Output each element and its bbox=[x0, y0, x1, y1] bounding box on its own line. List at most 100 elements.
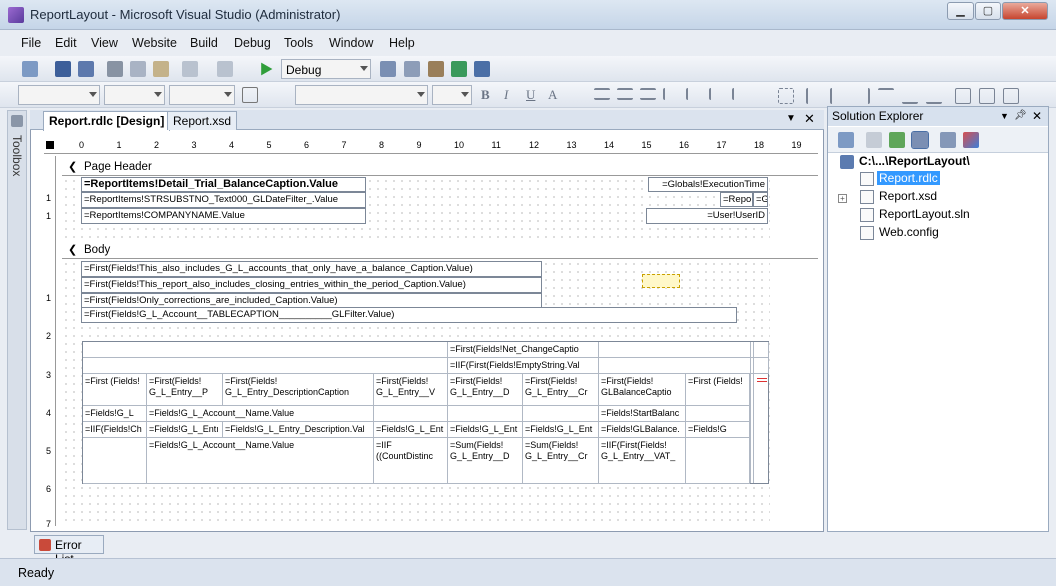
new-project-icon[interactable] bbox=[22, 61, 38, 77]
header-exec-time-textbox[interactable]: =Globals!ExecutionTime bbox=[648, 177, 768, 192]
undo-icon[interactable] bbox=[182, 61, 198, 77]
align-centers-icon[interactable] bbox=[830, 88, 846, 104]
header-user-textbox[interactable]: =User!UserID bbox=[646, 208, 768, 224]
maximize-button[interactable]: ▢ bbox=[975, 2, 1001, 20]
header-gl-textbox[interactable]: =Gl bbox=[753, 192, 768, 207]
tree-item-reportlayout-sln[interactable]: ReportLayout.sln bbox=[879, 207, 970, 221]
header-company-textbox[interactable]: =ReportItems!COMPANYNAME.Value bbox=[81, 208, 366, 224]
table-header-cell[interactable]: =First(Fields! G_L_Entry__V bbox=[374, 374, 448, 406]
save-all-icon[interactable] bbox=[78, 61, 94, 77]
table-cell[interactable]: =Fields!G_L_Entry_Description.Val bbox=[223, 422, 374, 438]
make-same-size-icon[interactable] bbox=[1003, 88, 1019, 104]
table-cell[interactable] bbox=[374, 406, 448, 422]
table-cell[interactable] bbox=[599, 358, 769, 374]
header-repo-textbox[interactable]: =Repo bbox=[720, 192, 753, 207]
find-in-files-icon[interactable] bbox=[380, 61, 396, 77]
properties-icon[interactable] bbox=[838, 132, 854, 148]
align-left-icon[interactable] bbox=[594, 88, 610, 100]
align-right-icon[interactable] bbox=[640, 88, 656, 100]
table-cell[interactable]: =Fields!G_L_Entı bbox=[147, 422, 223, 438]
table-cell[interactable] bbox=[83, 438, 147, 484]
table-header-cell[interactable]: =First(Fields! G_L_Entry__Cr bbox=[523, 374, 599, 406]
nest-related-files-icon[interactable] bbox=[911, 131, 929, 149]
table-cell[interactable] bbox=[448, 406, 523, 422]
close-button[interactable]: ✕ bbox=[1002, 2, 1048, 20]
underline-button[interactable]: U bbox=[526, 87, 535, 103]
menu-debug[interactable]: Debug bbox=[234, 36, 271, 50]
header-filter-textbox[interactable]: =ReportItems!STRSUBSTNO_Text000_GLDateFi… bbox=[81, 192, 366, 208]
tree-item-report-rdlc[interactable]: Report.rdlc bbox=[877, 171, 940, 185]
font-name-combo[interactable] bbox=[295, 85, 428, 105]
copy-website-icon[interactable] bbox=[963, 132, 979, 148]
table-cell[interactable]: =Fields!G_L_Account__Name.Value bbox=[147, 438, 374, 484]
toolbox-icon[interactable] bbox=[428, 61, 444, 77]
table-cell[interactable]: =IIF ((CountDistinc bbox=[374, 438, 448, 484]
save-icon[interactable] bbox=[55, 61, 71, 77]
tree-item-report-xsd[interactable]: Report.xsd bbox=[879, 189, 937, 203]
font-size-combo[interactable] bbox=[432, 85, 472, 105]
tree-root-node[interactable]: C:\...\ReportLayout\ bbox=[859, 154, 970, 168]
header-caption-textbox[interactable]: =ReportItems!Detail_Trial_BalanceCaption… bbox=[81, 177, 366, 192]
align-bottoms-icon[interactable] bbox=[926, 88, 942, 104]
start-debugging-icon[interactable] bbox=[261, 62, 273, 76]
align-to-grid-icon[interactable] bbox=[778, 88, 794, 104]
align-lefts-icon[interactable] bbox=[806, 88, 822, 104]
table-cell[interactable]: =Fields!G_L_Ent bbox=[523, 422, 599, 438]
menu-build[interactable]: Build bbox=[190, 36, 218, 50]
decrease-indent-icon[interactable] bbox=[709, 88, 725, 100]
table-cell[interactable]: =IIF(First(Fields! G_L_Entry__VAT_ bbox=[599, 438, 686, 484]
make-same-height-icon[interactable] bbox=[979, 88, 995, 104]
menu-edit[interactable]: Edit bbox=[55, 36, 77, 50]
table-header-cell[interactable]: =First (Fields! bbox=[686, 374, 750, 406]
table-header-cell[interactable]: =First (Fields! bbox=[83, 374, 147, 406]
table-cell[interactable]: =Fields!G_L_Account__Name.Value bbox=[147, 406, 374, 422]
show-all-files-icon[interactable] bbox=[866, 132, 882, 148]
align-middles-icon[interactable] bbox=[902, 88, 918, 104]
close-icon[interactable]: ✕ bbox=[1032, 109, 1042, 123]
menu-view[interactable]: View bbox=[91, 36, 118, 50]
size-combo[interactable] bbox=[169, 85, 235, 105]
table-cell[interactable]: =Fields!GLBalance. bbox=[599, 422, 686, 438]
bullets-icon[interactable] bbox=[663, 88, 679, 100]
hidden-field-marker[interactable] bbox=[642, 274, 680, 288]
menu-website[interactable]: Website bbox=[132, 36, 177, 50]
minimize-button[interactable]: ▁ bbox=[947, 2, 974, 20]
menu-help[interactable]: Help bbox=[389, 36, 415, 50]
table-cell[interactable]: =Fields!G_L bbox=[83, 406, 147, 422]
solution-configuration-combo[interactable]: Debug bbox=[281, 59, 371, 79]
table-cell[interactable] bbox=[686, 438, 750, 484]
detail-table[interactable]: =First(Fields!Net_ChangeCaptio =IIF(Firs… bbox=[82, 341, 769, 484]
menu-window[interactable]: Window bbox=[329, 36, 373, 50]
page-header-bar[interactable]: ❮ Page Header bbox=[62, 159, 818, 176]
bold-button[interactable]: B bbox=[481, 87, 490, 103]
expand-icon[interactable]: + bbox=[838, 194, 847, 203]
font-color-button[interactable]: A bbox=[548, 87, 557, 103]
error-list-tab[interactable]: Error List bbox=[34, 535, 104, 566]
table-header-cell[interactable]: =First(Fields! GLBalanceCaptio bbox=[599, 374, 686, 406]
page-header-band[interactable]: =ReportItems!Detail_Trial_BalanceCaption… bbox=[62, 177, 770, 241]
table-header-cell[interactable]: =First(Fields! G_L_Entry__D bbox=[448, 374, 523, 406]
font-combo[interactable] bbox=[104, 85, 165, 105]
tab-report-rdlc-design[interactable]: Report.rdlc [Design] bbox=[43, 111, 171, 131]
body-bar[interactable]: ❮ Body bbox=[62, 242, 818, 259]
table-cell[interactable]: =Fields!G_L_Ent bbox=[374, 422, 448, 438]
paste-icon[interactable] bbox=[153, 61, 169, 77]
properties-icon[interactable] bbox=[404, 61, 420, 77]
increase-indent-icon[interactable] bbox=[732, 88, 748, 100]
table-cell[interactable]: =First(Fields!Net_ChangeCaptio bbox=[448, 342, 599, 358]
table-header-cell[interactable]: =First(Fields! G_L_Entry_DescriptionCapt… bbox=[223, 374, 374, 406]
table-cell[interactable] bbox=[599, 342, 769, 358]
object-browser-icon[interactable] bbox=[451, 61, 467, 77]
table-cell[interactable]: =Sum(Fields! G_L_Entry__Cr bbox=[523, 438, 599, 484]
chevron-down-icon[interactable]: ▼ bbox=[786, 113, 796, 124]
italic-button[interactable]: I bbox=[504, 87, 508, 103]
table-cell[interactable]: =Fields!StartBalanc bbox=[599, 406, 686, 422]
table-cell[interactable]: =IIF(First(Fields!EmptyString.Val bbox=[448, 358, 599, 374]
align-center-icon[interactable] bbox=[617, 88, 633, 100]
numbering-icon[interactable] bbox=[686, 88, 702, 100]
body-note-textbox[interactable]: =First(Fields!This_also_includes_G_L_acc… bbox=[81, 261, 542, 277]
style-combo[interactable] bbox=[18, 85, 100, 105]
copy-icon[interactable] bbox=[130, 61, 146, 77]
border-icon[interactable] bbox=[242, 87, 258, 103]
close-document-icon[interactable]: ✕ bbox=[804, 111, 815, 127]
